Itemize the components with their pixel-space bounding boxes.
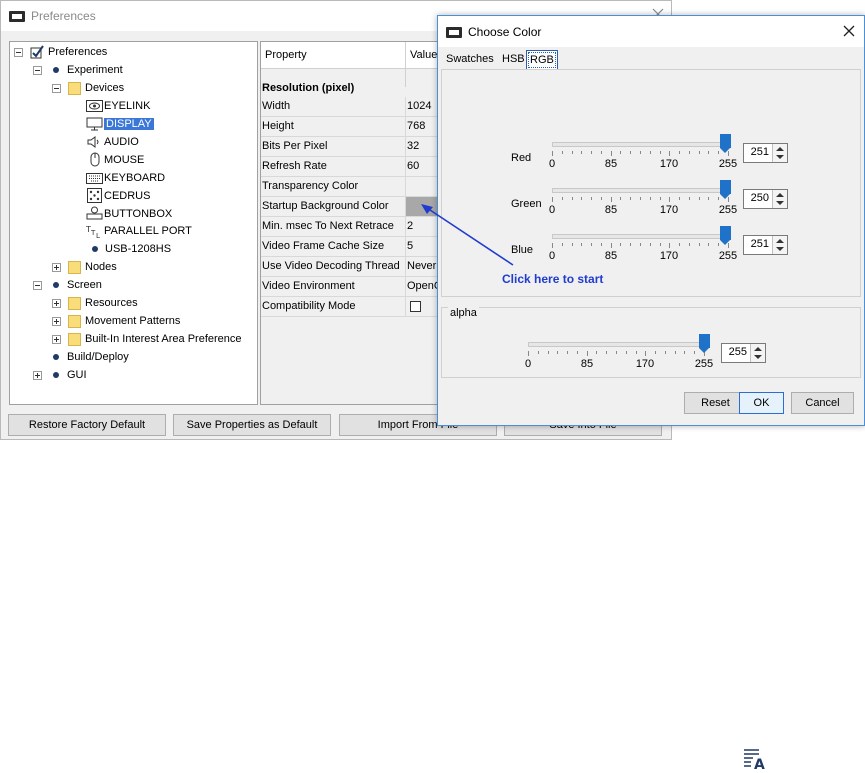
text-format-icon[interactable]: A	[743, 748, 767, 770]
annotation-arrow	[421, 204, 514, 266]
svg-text:A: A	[754, 757, 765, 770]
click-here-callout: Click here to start	[502, 272, 604, 286]
